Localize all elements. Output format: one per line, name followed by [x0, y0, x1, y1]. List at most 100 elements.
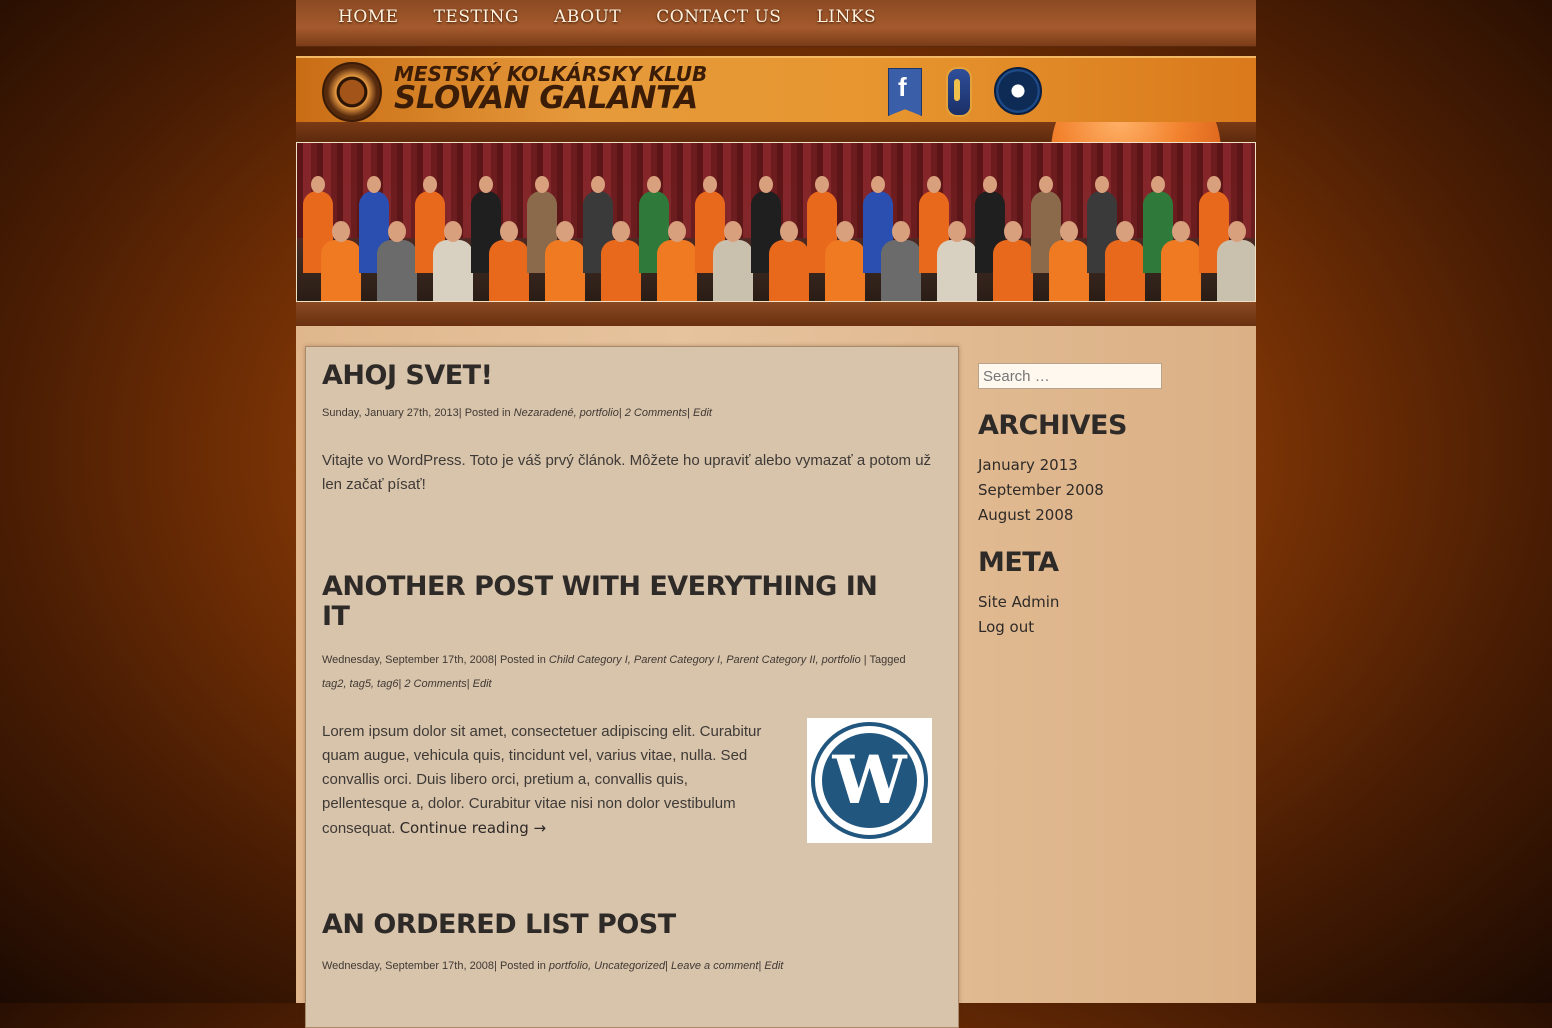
comments-link[interactable]: Leave a comment	[671, 960, 758, 972]
nav-item-about[interactable]: ABOUT	[554, 7, 621, 27]
photo-person-body	[713, 240, 753, 301]
photo-person-head	[836, 221, 854, 242]
wordpress-logo-image[interactable]: W	[807, 718, 932, 843]
post-ahoj-svet: AHOJ SVET! Sunday, January 27th, 2013| P…	[322, 361, 944, 497]
photo-person-head	[759, 176, 773, 193]
page: HOME TESTING ABOUT CONTACT US LINKS MEST…	[296, 0, 1256, 1028]
photo-person	[433, 221, 473, 301]
comments-link[interactable]: 2 Comments	[625, 407, 687, 419]
club-logo-icon[interactable]	[322, 62, 382, 122]
photo-person-head	[556, 221, 574, 242]
photo-person-body	[489, 240, 529, 301]
post-categories[interactable]: portfolio, Uncategorized	[549, 960, 665, 972]
photo-person-head	[815, 176, 829, 193]
photo-person-head	[1004, 221, 1022, 242]
post-another-post: ANOTHER POST WITH EVERYTHING IN IT Wedne…	[322, 572, 944, 843]
log-out-link[interactable]: Log out	[978, 615, 1228, 640]
site-title-line2[interactable]: SLOVAN GALANTA	[394, 80, 698, 116]
continue-reading-link[interactable]: Continue reading →	[400, 819, 547, 837]
photo-person-body	[377, 240, 417, 301]
wordpress-ring: W	[811, 722, 928, 839]
post-date: Wednesday, September 17th, 2008	[322, 960, 495, 972]
post-categories[interactable]: Child Category I, Parent Category I, Par…	[549, 654, 861, 666]
top-navigation: HOME TESTING ABOUT CONTACT US LINKS	[296, 0, 1256, 47]
post-categories[interactable]: Nezaradené, portfolio	[514, 407, 619, 419]
post-ordered-list: AN ORDERED LIST POST Wednesday, Septembe…	[322, 910, 944, 978]
award-badge-icon[interactable]	[946, 67, 972, 117]
photo-person-head	[1039, 176, 1053, 193]
nav-item-contact-us[interactable]: CONTACT US	[656, 7, 781, 27]
post-title[interactable]: ANOTHER POST WITH EVERYTHING IN IT	[322, 572, 882, 632]
photo-person-head	[927, 176, 941, 193]
photo-person-head	[591, 176, 605, 193]
photo-person	[1217, 221, 1255, 301]
photo-person	[937, 221, 977, 301]
archives-widget: ARCHIVES January 2013 September 2008 Aug…	[978, 411, 1228, 528]
team-photo	[296, 142, 1256, 302]
photo-person	[377, 221, 417, 301]
post-meta: Wednesday, September 17th, 2008| Posted …	[322, 648, 944, 696]
sidebar: ARCHIVES January 2013 September 2008 Aug…	[978, 363, 1228, 640]
comments-link[interactable]: 2 Comments	[404, 678, 466, 690]
photo-person-body	[601, 240, 641, 301]
photo-person	[1161, 221, 1201, 301]
photo-person	[713, 221, 753, 301]
photo-person	[1105, 221, 1145, 301]
post-meta: Sunday, January 27th, 2013| Posted in Ne…	[322, 401, 944, 425]
photo-person-head	[479, 176, 493, 193]
photo-person-head	[423, 176, 437, 193]
post-date: Sunday, January 27th, 2013	[322, 407, 459, 419]
edit-link[interactable]: Edit	[693, 407, 712, 419]
photo-person	[545, 221, 585, 301]
photo-person-head	[780, 221, 798, 242]
photo-person-body	[1049, 240, 1089, 301]
photo-person-body	[881, 240, 921, 301]
photo-person-head	[1116, 221, 1134, 242]
edit-link[interactable]: Edit	[473, 678, 492, 690]
archive-link-september-2008[interactable]: September 2008	[978, 478, 1228, 503]
photo-crowd	[297, 176, 1255, 301]
photo-person	[1049, 221, 1089, 301]
archive-link-august-2008[interactable]: August 2008	[978, 503, 1228, 528]
photo-person-head	[535, 176, 549, 193]
site-admin-link[interactable]: Site Admin	[978, 590, 1228, 615]
photo-person-head	[500, 221, 518, 242]
post-meta: Wednesday, September 17th, 2008| Posted …	[322, 954, 944, 978]
photo-person-body	[1161, 240, 1201, 301]
meta-title: META	[978, 547, 1059, 578]
search-input[interactable]	[978, 363, 1162, 389]
photo-person-head	[444, 221, 462, 242]
photo-person-head	[332, 221, 350, 242]
content-area: AHOJ SVET! Sunday, January 27th, 2013| P…	[296, 326, 1256, 1028]
archive-link-january-2013[interactable]: January 2013	[978, 453, 1228, 478]
posted-in-label: | Posted in	[494, 960, 549, 972]
post-title[interactable]: AHOJ SVET!	[322, 361, 944, 391]
photo-person-body	[993, 240, 1033, 301]
header-bottom-strip	[296, 302, 1256, 326]
photo-person-body	[937, 240, 977, 301]
posted-in-label: | Posted in	[494, 654, 549, 666]
header-banner: MESTSKÝ KOLKÁRSKY KLUB SLOVAN GALANTA f	[296, 56, 1256, 124]
photo-person	[321, 221, 361, 301]
photo-person-head	[612, 221, 630, 242]
nav-item-testing[interactable]: TESTING	[434, 7, 519, 27]
nav-item-home[interactable]: HOME	[338, 7, 399, 27]
photo-person-body	[1105, 240, 1145, 301]
post-title[interactable]: AN ORDERED LIST POST	[322, 910, 944, 940]
photo-person-head	[1151, 176, 1165, 193]
photo-person-head	[1228, 221, 1246, 242]
edit-link[interactable]: Edit	[764, 960, 783, 972]
photo-person-head	[1172, 221, 1190, 242]
photo-person-head	[1060, 221, 1078, 242]
photo-person-head	[668, 221, 686, 242]
post-date: Wednesday, September 17th, 2008	[322, 654, 495, 666]
facebook-icon[interactable]: f	[888, 68, 922, 116]
photo-person	[489, 221, 529, 301]
photo-person-head	[892, 221, 910, 242]
facebook-glyph: f	[898, 72, 907, 102]
photo-person-head	[1207, 176, 1221, 193]
guinness-world-records-icon[interactable]	[994, 67, 1042, 115]
photo-person-body	[769, 240, 809, 301]
post-tags[interactable]: tag2, tag5, tag6	[322, 678, 398, 690]
nav-item-links[interactable]: LINKS	[816, 7, 876, 27]
